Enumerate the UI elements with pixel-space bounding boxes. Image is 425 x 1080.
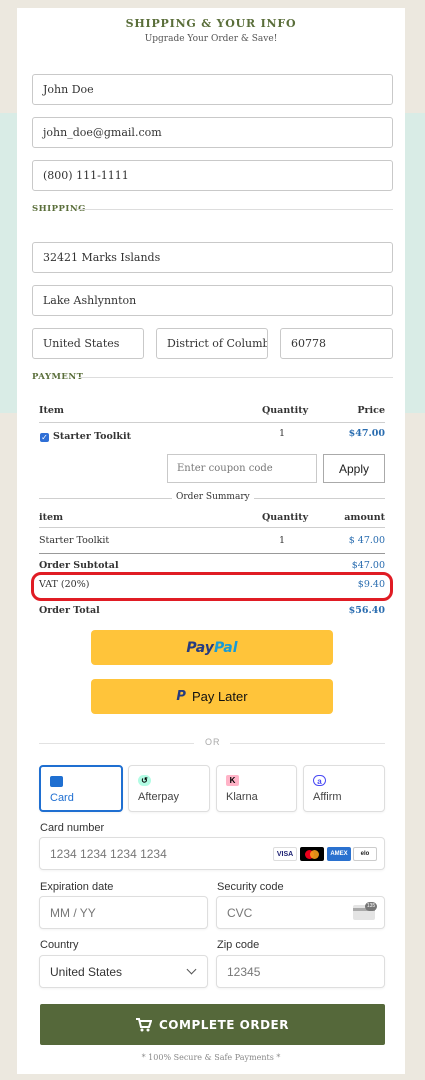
state-field[interactable]: District of Columbia bbox=[156, 328, 268, 359]
vat-highlight-box bbox=[31, 572, 393, 601]
paypal-logo: PayPal bbox=[186, 639, 238, 656]
summary-amount-header: amount bbox=[344, 512, 385, 523]
chevron-down-icon bbox=[186, 964, 197, 975]
item-checkbox[interactable]: ✓ bbox=[40, 433, 49, 442]
payment-section-label: PAYMENT bbox=[32, 372, 84, 382]
secure-payments-note: * 100% Secure & Safe Payments * bbox=[141, 1053, 281, 1062]
payment-tab-affirm[interactable]: a Affirm bbox=[303, 765, 385, 812]
order-item-quantity: 1 bbox=[279, 428, 286, 439]
elo-icon: elo bbox=[353, 847, 377, 861]
summary-item-header: item bbox=[39, 512, 64, 523]
subtotal-label: Order Subtotal bbox=[39, 560, 119, 571]
zip-field[interactable]: 60778 bbox=[280, 328, 393, 359]
address-field[interactable]: 32421 Marks Islands bbox=[32, 242, 393, 273]
quantity-column-header: Quantity bbox=[262, 405, 309, 416]
city-field[interactable]: Lake Ashlynnton bbox=[32, 285, 393, 316]
summary-quantity-header: Quantity bbox=[262, 512, 309, 523]
amex-icon: AMEX bbox=[327, 847, 351, 861]
or-divider-left bbox=[39, 743, 194, 744]
coupon-input[interactable]: Enter coupon code bbox=[167, 454, 317, 483]
page-subtitle: Upgrade Your Order & Save! bbox=[144, 34, 278, 44]
visa-icon: VISA bbox=[273, 847, 297, 861]
payment-divider bbox=[79, 377, 393, 378]
email-field[interactable]: john_doe@gmail.com bbox=[32, 117, 393, 148]
payment-tab-klarna[interactable]: K Klarna bbox=[216, 765, 297, 812]
order-item-price: $47.00 bbox=[348, 428, 385, 439]
order-item-name: Starter Toolkit bbox=[53, 431, 131, 442]
subtotal-divider bbox=[39, 553, 385, 554]
table-divider bbox=[39, 422, 385, 423]
card-number-label: Card number bbox=[40, 822, 105, 834]
country-label: Country bbox=[40, 939, 79, 951]
expiry-input[interactable]: MM / YY bbox=[39, 896, 208, 929]
mastercard-icon bbox=[300, 847, 324, 861]
zip-code-input[interactable]: 12345 bbox=[216, 955, 385, 988]
cart-icon bbox=[136, 1017, 152, 1031]
total-value: $56.40 bbox=[348, 605, 385, 616]
summary-item-amount: $ 47.00 bbox=[348, 535, 385, 546]
country-select[interactable]: United States bbox=[39, 955, 208, 988]
page-title: SHIPPING & YOUR INFO bbox=[125, 17, 297, 30]
subtotal-value: $47.00 bbox=[351, 560, 385, 571]
paypal-button[interactable]: PayPal bbox=[91, 630, 333, 665]
payment-tab-card[interactable]: Card bbox=[39, 765, 123, 812]
checkout-panel: SHIPPING & YOUR INFO Upgrade Your Order … bbox=[17, 8, 405, 1074]
summary-item-quantity: 1 bbox=[279, 535, 286, 546]
expiry-label: Expiration date bbox=[40, 881, 114, 893]
card-icon bbox=[50, 776, 63, 787]
item-column-header: Item bbox=[39, 405, 64, 416]
total-label: Order Total bbox=[39, 605, 100, 616]
paypal-pay-later-button[interactable]: P Pay Later bbox=[91, 679, 333, 714]
apply-coupon-button[interactable]: Apply bbox=[323, 454, 385, 483]
complete-order-button[interactable]: COMPLETE ORDER bbox=[40, 1004, 385, 1045]
affirm-icon: a bbox=[313, 775, 326, 786]
cvc-card-icon: 135 bbox=[353, 902, 377, 920]
or-divider-right bbox=[230, 743, 385, 744]
order-summary-title: Order Summary bbox=[172, 492, 254, 502]
country-field[interactable]: United States bbox=[32, 328, 144, 359]
summary-item-name: Starter Toolkit bbox=[39, 535, 110, 546]
afterpay-icon: ↺ bbox=[138, 775, 151, 786]
pay-later-label: Pay Later bbox=[191, 689, 248, 704]
summary-header-divider bbox=[39, 527, 385, 528]
shipping-divider bbox=[77, 209, 393, 210]
price-column-header: Price bbox=[357, 405, 385, 416]
or-label: OR bbox=[205, 737, 221, 747]
zip-code-label: Zip code bbox=[217, 939, 260, 951]
full-name-field[interactable]: John Doe bbox=[32, 74, 393, 105]
paypal-mark-icon: P bbox=[176, 689, 186, 704]
payment-tab-afterpay[interactable]: ↺ Afterpay bbox=[128, 765, 210, 812]
klarna-icon: K bbox=[226, 775, 239, 786]
phone-field[interactable]: (800) 111-1111 bbox=[32, 160, 393, 191]
cvc-label: Security code bbox=[217, 881, 284, 893]
